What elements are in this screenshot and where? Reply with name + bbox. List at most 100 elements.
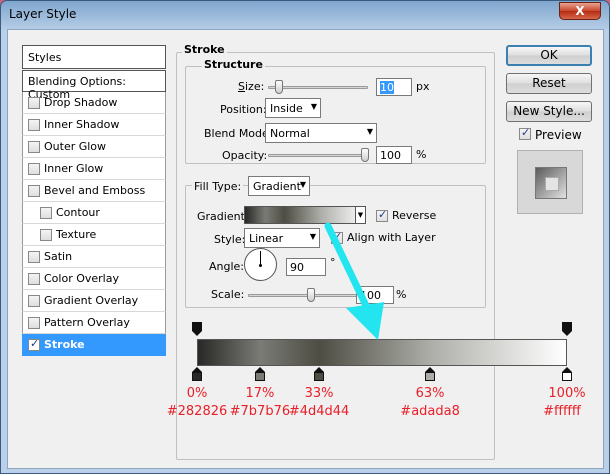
style-item-label: Satin: [44, 250, 73, 263]
preview-label: Preview: [535, 128, 582, 142]
stop-hex-label: #ffffff: [543, 404, 581, 419]
chevron-down-icon: ▼: [299, 180, 306, 189]
style-item-label: Bevel and Emboss: [44, 184, 146, 197]
style-item-label: Contour: [56, 206, 100, 219]
gradient-bar[interactable]: [197, 339, 567, 366]
style-item-label: Pattern Overlay: [44, 316, 130, 329]
angle-input[interactable]: 90: [286, 258, 326, 276]
opacity-slider[interactable]: [268, 148, 369, 162]
style-item-checkbox[interactable]: [28, 96, 40, 109]
position-dropdown[interactable]: Inside ▼: [265, 98, 321, 118]
stop-percent-label: 100%: [548, 386, 586, 401]
reverse-label: Reverse: [392, 209, 437, 222]
position-label: Position:: [220, 103, 267, 116]
style-item-checkbox[interactable]: [28, 162, 40, 175]
stop-percent-label: 0%: [186, 386, 208, 401]
styles-list: Styles Blending Options: Custom Drop Sha…: [22, 45, 166, 356]
style-item-checkbox[interactable]: [28, 118, 40, 131]
opacity-input[interactable]: 100: [376, 146, 412, 164]
color-stop[interactable]: [314, 367, 325, 381]
style-item-checkbox[interactable]: [28, 140, 40, 153]
blend-mode-label: Blend Mode:: [204, 127, 273, 140]
fill-type-dropdown[interactable]: Gradient ▼: [248, 176, 310, 196]
style-item-gradient-overlay[interactable]: Gradient Overlay: [22, 290, 166, 312]
size-input[interactable]: 10: [376, 78, 412, 96]
style-item-drop-shadow[interactable]: Drop Shadow: [22, 92, 166, 114]
preview-thumbnail: [517, 150, 583, 214]
style-item-texture[interactable]: Texture: [22, 224, 166, 246]
size-unit: px: [416, 80, 430, 93]
color-stop[interactable]: [192, 367, 202, 381]
chevron-down-icon: ▼: [366, 127, 373, 136]
style-item-inner-glow[interactable]: Inner Glow: [22, 158, 166, 180]
style-item-outer-glow[interactable]: Outer Glow: [22, 136, 166, 158]
chevron-down-icon: ▼: [310, 102, 317, 111]
dialog-client: Styles Blending Options: Custom Drop Sha…: [7, 29, 604, 469]
fill-type-label: Fill Type:: [192, 180, 244, 193]
style-item-inner-shadow[interactable]: Inner Shadow: [22, 114, 166, 136]
stop-percent-label: 33%: [304, 386, 334, 401]
style-item-checkbox[interactable]: [28, 316, 40, 329]
stop-hex-label: #adada8: [400, 404, 460, 419]
chevron-down-icon: ▼: [309, 232, 316, 241]
stop-hex-label: #4d4d44: [288, 404, 350, 419]
style-item-label: Inner Glow: [44, 162, 104, 175]
style-item-satin[interactable]: Satin: [22, 246, 166, 268]
size-label: Size:: [238, 80, 265, 93]
stroke-group-title: Stroke: [182, 43, 227, 56]
structure-group-title: Structure: [202, 58, 265, 71]
scale-slider-thumb[interactable]: [307, 288, 315, 302]
blend-mode-dropdown[interactable]: Normal ▼: [265, 123, 377, 143]
style-item-checkbox[interactable]: [28, 337, 40, 351]
opacity-slider-thumb[interactable]: [361, 148, 369, 162]
angle-label: Angle:: [209, 260, 245, 273]
preview-checkbox[interactable]: [519, 126, 531, 140]
window-title: Layer Style: [9, 7, 77, 21]
style-item-label: Outer Glow: [44, 140, 107, 153]
style-item-bevel-and-emboss[interactable]: Bevel and Emboss: [22, 180, 166, 202]
angle-dial[interactable]: [244, 248, 277, 281]
size-slider[interactable]: [268, 80, 368, 94]
style-item-label: Inner Shadow: [44, 118, 120, 131]
style-item-checkbox[interactable]: [28, 294, 40, 307]
style-item-label: Drop Shadow: [44, 96, 118, 109]
opacity-stop[interactable]: [562, 322, 572, 336]
style-item-checkbox[interactable]: [28, 272, 40, 285]
gradient-label: Gradient:: [197, 210, 249, 223]
opacity-label: Opacity:: [222, 149, 268, 162]
angle-needle: [260, 251, 261, 265]
blending-options[interactable]: Blending Options: Custom: [22, 70, 166, 101]
size-slider-thumb[interactable]: [275, 80, 283, 94]
reset-button[interactable]: Reset: [506, 73, 592, 94]
style-item-label: Stroke: [44, 338, 85, 351]
style-item-color-overlay[interactable]: Color Overlay: [22, 268, 166, 290]
opacity-unit: %: [416, 148, 427, 161]
new-style-button[interactable]: New Style...: [506, 101, 592, 122]
scale-unit: %: [396, 288, 407, 301]
style-item-label: Color Overlay: [44, 272, 119, 285]
style-item-checkbox[interactable]: [28, 250, 40, 263]
close-button[interactable]: X: [559, 2, 601, 20]
styles-header[interactable]: Styles: [22, 45, 166, 69]
style-item-checkbox[interactable]: [40, 228, 52, 241]
ok-button[interactable]: OK: [506, 45, 592, 66]
color-stop[interactable]: [562, 367, 572, 381]
stop-percent-label: 63%: [415, 386, 445, 401]
style-item-checkbox[interactable]: [40, 206, 52, 219]
style-item-stroke[interactable]: Stroke: [22, 334, 166, 356]
color-stop[interactable]: [425, 367, 436, 381]
style-item-label: Gradient Overlay: [44, 294, 139, 307]
annotation-arrow-icon: [324, 222, 384, 340]
reverse-checkbox[interactable]: [376, 208, 388, 222]
layer-style-dialog: Layer Style X Styles Blending Options: C…: [0, 0, 610, 474]
style-label: Style:: [214, 233, 246, 246]
stop-percent-label: 17%: [245, 386, 275, 401]
style-item-checkbox[interactable]: [28, 184, 40, 197]
opacity-stop[interactable]: [192, 322, 202, 336]
style-item-contour[interactable]: Contour: [22, 202, 166, 224]
style-item-label: Texture: [56, 228, 97, 241]
scale-label: Scale:: [211, 288, 245, 301]
style-dropdown[interactable]: Linear ▼: [244, 228, 320, 248]
style-item-pattern-overlay[interactable]: Pattern Overlay: [22, 312, 166, 334]
color-stop[interactable]: [254, 367, 265, 381]
